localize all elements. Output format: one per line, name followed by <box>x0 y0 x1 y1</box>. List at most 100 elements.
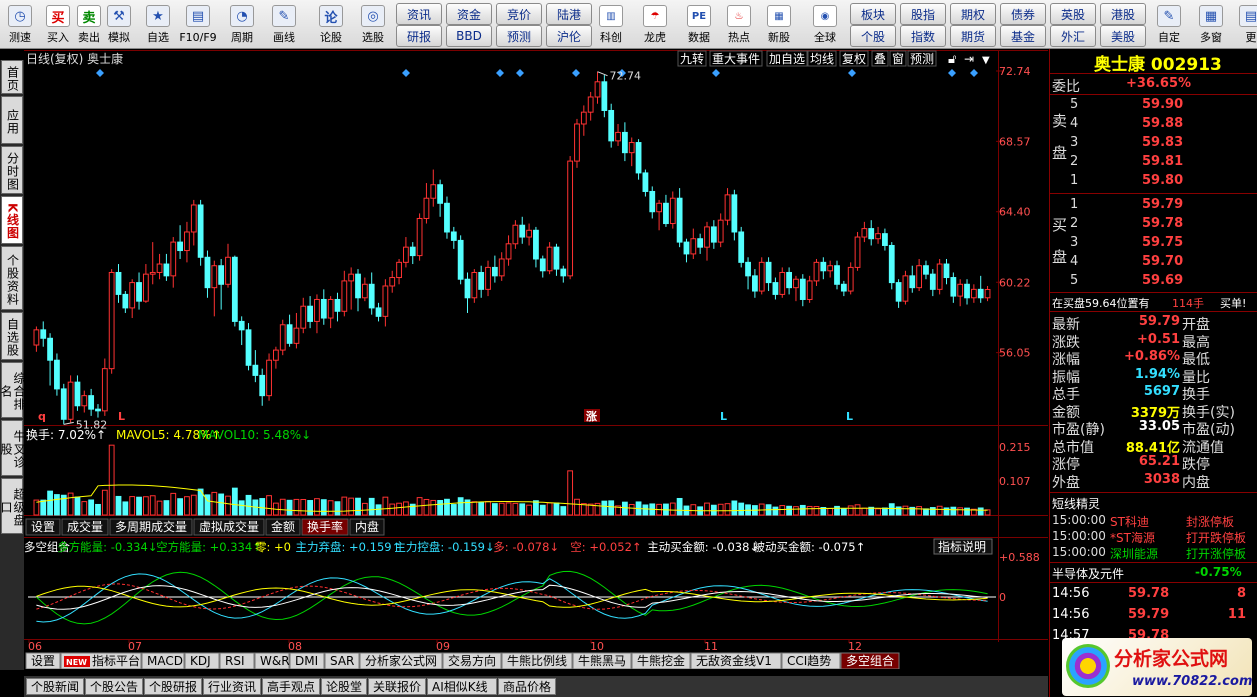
toolbar-grid-button[interactable]: 港股 <box>1100 3 1146 25</box>
toolbar-grid-button[interactable]: 外汇 <box>1050 25 1096 47</box>
pe-data-button[interactable]: PE 数据 <box>680 2 718 46</box>
pen-button[interactable]: ✎ 画线 <box>266 2 302 46</box>
chart-marker[interactable]: L <box>118 410 125 423</box>
chart-toolbar-button[interactable]: 均线 <box>807 50 837 67</box>
info-tab[interactable]: 商品价格 <box>498 678 556 695</box>
discuss-button[interactable]: 论论股 <box>313 2 349 46</box>
f10-button[interactable]: ▤ F10/F9 <box>179 2 217 46</box>
vol-tab[interactable]: 虚拟成交量 <box>193 518 265 536</box>
new-stock-button[interactable]: ▦ 新股 <box>760 2 798 46</box>
indicator-tab[interactable]: CCI趋势 <box>781 652 841 669</box>
toolbar-grid-button[interactable]: 研报 <box>396 25 442 47</box>
chart-toolbar-button[interactable]: 预测 <box>907 50 937 67</box>
chart-marker[interactable]: L <box>720 410 727 423</box>
indicator-tab[interactable]: NEW 指标平台 <box>60 652 142 669</box>
custom-button[interactable]: ✎ 自定 <box>1150 2 1188 46</box>
indicator-tab[interactable]: 交易方向 <box>442 652 502 669</box>
chart-toolbar-button[interactable]: 重大事件 <box>709 50 763 67</box>
vol-tab[interactable]: 成交量 <box>61 518 109 536</box>
toolbar-grid-button[interactable]: 债券 <box>1000 3 1046 25</box>
chart-marker[interactable]: 涨 <box>586 409 597 423</box>
left-tab-6[interactable]: 综合排名 <box>0 362 26 418</box>
bid-price[interactable]: 59.79 <box>1142 197 1183 212</box>
toolbar-grid-button[interactable]: 期权 <box>950 3 996 25</box>
info-tab[interactable]: 个股研报 <box>144 678 202 695</box>
bid-price[interactable]: 59.70 <box>1142 254 1183 269</box>
ask-price[interactable]: 59.83 <box>1142 135 1183 150</box>
select-stock-button[interactable]: ◎ 选股 <box>355 2 391 46</box>
news-stock[interactable]: ST科迪 <box>1110 513 1149 530</box>
vol-tab[interactable]: 换手率 <box>301 518 349 536</box>
vol-tab[interactable]: 内盘 <box>349 518 385 536</box>
ask-price[interactable]: 59.81 <box>1142 154 1183 169</box>
left-tab-1[interactable]: 应用 <box>1 96 23 144</box>
hammer-button[interactable]: ⚒ 模拟 <box>101 2 137 46</box>
bid-price[interactable]: 59.78 <box>1142 216 1183 231</box>
ask-price[interactable]: 59.80 <box>1142 173 1183 188</box>
left-tab-7[interactable]: 牛叉诊股 <box>0 420 26 476</box>
ask-price[interactable]: 59.88 <box>1142 116 1183 131</box>
toolbar-grid-button[interactable]: BBD <box>446 25 492 47</box>
dragon-tiger-button[interactable]: ☂ 龙虎 <box>636 2 674 46</box>
expand-icon[interactable]: ⇥ <box>964 52 974 66</box>
indicator-tab[interactable]: 牛熊挖金 <box>631 652 691 669</box>
dropdown-icon[interactable]: ▼ <box>982 55 990 66</box>
indicator-tab[interactable]: 分析家公式网 <box>359 652 443 669</box>
left-tab-5[interactable]: 自选股 <box>1 312 23 360</box>
indicator-tab[interactable]: DMI <box>289 652 325 669</box>
hot-button[interactable]: ♨ 热点 <box>720 2 758 46</box>
toolbar-grid-button[interactable]: 个股 <box>850 25 896 47</box>
toolbar-grid-button[interactable]: 板块 <box>850 3 896 25</box>
left-tab-2[interactable]: 分时图 <box>1 146 23 194</box>
bid-price[interactable]: 59.75 <box>1142 235 1183 250</box>
toolbar-grid-button[interactable]: 美股 <box>1100 25 1146 47</box>
indicator-tab[interactable]: 牛熊黑马 <box>572 652 632 669</box>
news-stock[interactable]: 深圳能源 <box>1110 545 1158 562</box>
clock-button[interactable]: ◷ 测速 <box>2 2 38 46</box>
toolbar-grid-button[interactable]: 资讯 <box>396 3 442 25</box>
toolbar-grid-button[interactable]: 指数 <box>900 25 946 47</box>
chart-marker[interactable]: L <box>846 410 853 423</box>
sector-name[interactable]: 半导体及元件 <box>1052 565 1124 582</box>
info-tab[interactable]: AI相似K线 <box>427 678 497 695</box>
info-tab[interactable]: 行业资讯 <box>203 678 261 695</box>
info-tab[interactable]: 个股公告 <box>85 678 143 695</box>
kline-chart-svg[interactable]: 72.74 68.57 64.40 60.22 56.05 日线(复权) 奥士康 九转 重大事… <box>24 49 1048 669</box>
chart-toolbar-button[interactable]: 复权 <box>839 50 869 67</box>
info-tab[interactable]: 个股新闻 <box>26 678 84 695</box>
toolbar-grid-button[interactable]: 沪伦 <box>546 25 592 47</box>
news-title[interactable]: 短线精灵 <box>1052 495 1100 512</box>
bid-price[interactable]: 59.69 <box>1142 273 1183 288</box>
toolbar-grid-button[interactable]: 陆港 <box>546 3 592 25</box>
ask-price[interactable]: 59.90 <box>1142 97 1183 112</box>
left-tab-0[interactable]: 首页 <box>1 60 23 94</box>
indicator-tab[interactable]: SAR <box>324 652 360 669</box>
indicator-tab[interactable]: MACD <box>141 652 185 669</box>
indicator-help-button[interactable]: 指标说明 <box>933 538 993 555</box>
indicator-tab[interactable]: RSI <box>219 652 255 669</box>
chart-toolbar-button[interactable]: 加自选 <box>766 50 808 67</box>
left-tab-3[interactable]: K线图 <box>1 196 23 244</box>
toolbar-grid-button[interactable]: 竞价 <box>496 3 542 25</box>
toolbar-grid-button[interactable]: 期货 <box>950 25 996 47</box>
multi-window-button[interactable]: ▦ 多窗 <box>1192 2 1230 46</box>
chart-toolbar-button[interactable]: 叠 <box>871 50 889 67</box>
toolbar-grid-button[interactable]: 资金 <box>446 3 492 25</box>
left-tab-4[interactable]: 个股资料 <box>1 246 23 310</box>
indicator-tab[interactable]: 多空组合 <box>840 652 900 669</box>
lock-icon[interactable]: 🔓︎ <box>948 52 956 67</box>
chart-toolbar-button[interactable]: 九转 <box>677 50 707 67</box>
news-stock[interactable]: *ST海源 <box>1110 529 1155 546</box>
chart-toolbar-button[interactable]: 窗 <box>889 50 907 67</box>
toolbar-grid-button[interactable]: 英股 <box>1050 3 1096 25</box>
info-tab[interactable]: 关联报价 <box>368 678 426 695</box>
star-button[interactable]: ★ 自选 <box>140 2 176 46</box>
indicator-tab[interactable]: KDJ <box>184 652 220 669</box>
left-tab-8[interactable]: 超级盘口 <box>0 478 26 534</box>
vol-tab[interactable]: 多周期成交量 <box>109 518 193 536</box>
more-button[interactable]: ▤ 更 <box>1232 2 1257 46</box>
indicator-tab[interactable]: 无敌资金线V1 <box>690 652 782 669</box>
vol-tab[interactable]: 设置 <box>25 518 61 536</box>
indicator-tab[interactable]: W&R <box>254 652 290 669</box>
toolbar-grid-button[interactable]: 基金 <box>1000 25 1046 47</box>
